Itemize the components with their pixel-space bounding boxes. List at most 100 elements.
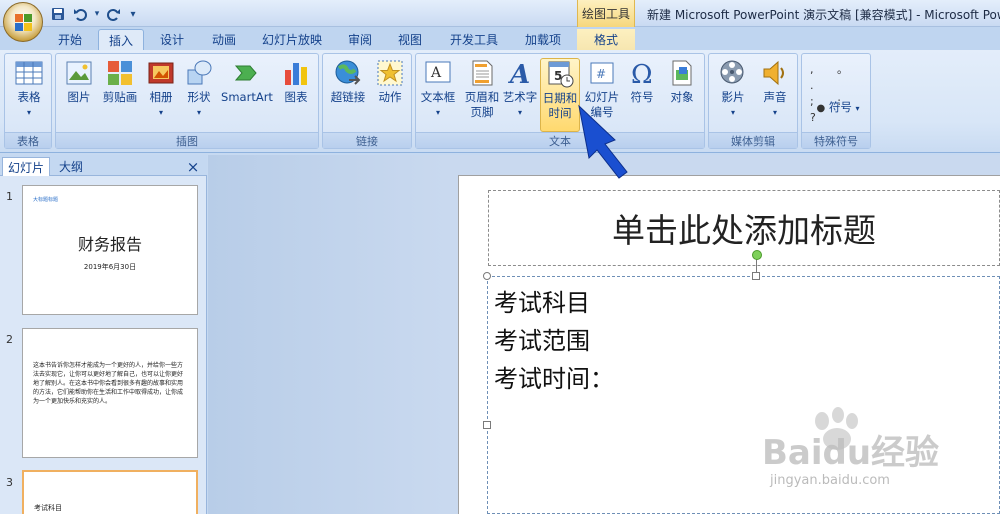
bullet-icon: ●	[816, 103, 826, 114]
resize-handle[interactable]	[483, 272, 491, 280]
tab-home[interactable]: 开始	[50, 29, 90, 50]
group-links: 超链接 动作 链接	[322, 53, 412, 149]
tab-slides[interactable]: 幻灯片	[2, 157, 50, 176]
globe-link-icon	[333, 58, 363, 88]
action-button[interactable]: 动作	[371, 58, 409, 105]
speaker-icon	[760, 58, 790, 88]
tab-format[interactable]: 格式	[577, 29, 635, 50]
movie-button[interactable]: 影片 ▾	[713, 58, 753, 120]
chart-icon	[281, 58, 311, 88]
symbol-button[interactable]: Ω 符号	[624, 58, 660, 105]
special-symbol-button[interactable]: ● 符号 ▾	[810, 100, 866, 116]
undo-icon[interactable]	[70, 5, 90, 23]
picture-icon	[64, 58, 94, 88]
dropdown-arrow-icon: ▾	[517, 108, 522, 117]
group-label-links: 链接	[323, 132, 411, 148]
tab-review[interactable]: 审阅	[340, 29, 380, 50]
action-star-icon	[375, 58, 405, 88]
tab-design[interactable]: 设计	[152, 29, 192, 50]
tab-developer[interactable]: 开发工具	[444, 29, 504, 50]
slide-thumbnail-1[interactable]: 大标题标题 财务报告 2019年6月30日	[22, 185, 198, 315]
undo-dropdown-icon[interactable]: ▾	[92, 5, 102, 23]
textbox-icon: A	[423, 58, 453, 88]
title-placeholder[interactable]: 单击此处添加标题	[488, 190, 1000, 266]
group-special-symbols: , 。 . ; : ? ● 符号 ▾ 特殊符号	[801, 53, 871, 149]
object-button[interactable]: 对象	[664, 58, 700, 105]
tab-animation[interactable]: 动画	[202, 29, 246, 50]
window-title: 新建 Microsoft PowerPoint 演示文稿 [兼容模式] - Mi…	[647, 8, 1000, 22]
ribbon: 表格 ▾ 表格 图片 剪贴画 相册 ▾ 形状 ▾ SmartArt 图表 插图 …	[0, 50, 1000, 153]
album-button[interactable]: 相册 ▾	[144, 58, 178, 120]
content-line-3: 考试时间：	[494, 365, 614, 393]
clipart-icon	[105, 58, 135, 88]
slide-number: 3	[6, 476, 13, 489]
chart-button[interactable]: 图表	[278, 58, 314, 105]
pointer-arrow-icon	[578, 104, 628, 179]
resize-handle[interactable]	[483, 421, 491, 429]
group-label-text: 文本	[416, 132, 704, 148]
content-line-2: 考试范围	[494, 327, 590, 355]
smartart-button[interactable]: SmartArt	[220, 58, 274, 105]
group-media: 影片 ▾ 声音 ▾ 媒体剪辑	[708, 53, 798, 149]
sound-button[interactable]: 声音 ▾	[755, 58, 795, 120]
group-label-media: 媒体剪辑	[709, 132, 797, 148]
date-time-button[interactable]: 5 日期和 时间	[540, 58, 580, 132]
textbox-button[interactable]: A 文本框 ▾	[418, 58, 458, 120]
watermark-logo: Baidu经验	[762, 433, 940, 473]
office-button[interactable]	[3, 2, 43, 42]
save-icon[interactable]	[48, 5, 68, 23]
close-icon[interactable]: ×	[184, 157, 202, 176]
clipart-button[interactable]: 剪贴画	[100, 58, 140, 105]
table-button[interactable]: 表格 ▾	[9, 58, 49, 120]
table-icon	[14, 58, 44, 88]
slide-thumbnail-3[interactable]: 考试科目	[22, 470, 198, 514]
slide-number: 2	[6, 333, 13, 346]
svg-text:#: #	[596, 67, 606, 81]
redo-icon[interactable]	[104, 5, 124, 23]
tab-insert[interactable]: 插入	[98, 29, 144, 50]
shapes-button[interactable]: 形状 ▾	[182, 58, 216, 120]
customize-qat-icon[interactable]: ▾	[126, 5, 140, 23]
resize-handle[interactable]	[752, 272, 760, 280]
tab-addins[interactable]: 加载项	[518, 29, 568, 50]
album-icon	[146, 58, 176, 88]
dropdown-arrow-icon: ▾	[196, 108, 201, 117]
ribbon-tab-bar: 开始 插入 设计 动画 幻灯片放映 审阅 视图 开发工具 加载项 格式	[0, 27, 1000, 50]
group-table: 表格 ▾ 表格	[4, 53, 52, 149]
svg-text:A: A	[430, 65, 442, 81]
picture-button[interactable]: 图片	[62, 58, 96, 105]
dropdown-arrow-icon: ▾	[855, 104, 860, 113]
group-label-illustrations: 插图	[56, 132, 318, 148]
thumb-body: 这本书告诉你怎样才能成为一个更好的人，并给你一些方法去实现它，让你可以更好地了解…	[33, 362, 184, 405]
header-footer-icon	[467, 58, 497, 88]
group-label-special-symbols: 特殊符号	[802, 132, 870, 148]
title-bar: ▾ ▾ 绘图工具 新建 Microsoft PowerPoint 演示文稿 [兼…	[0, 0, 1000, 27]
thumb-body: 考试科目	[34, 504, 62, 512]
header-footer-button[interactable]: 页眉和 页脚	[462, 58, 502, 120]
quick-access-toolbar: ▾ ▾	[48, 4, 140, 24]
tab-slideshow[interactable]: 幻灯片放映	[256, 29, 328, 50]
tab-outline[interactable]: 大纲	[54, 157, 88, 176]
dropdown-arrow-icon: ▾	[435, 108, 440, 117]
hyperlink-button[interactable]: 超链接	[327, 58, 369, 105]
punctuation-gallery[interactable]: , 。 . ; : ?	[810, 62, 866, 126]
group-text: A 文本框 ▾ 页眉和 页脚 A 艺术字 ▾ 5 日期和 时间 # 幻灯片 编号…	[415, 53, 705, 149]
smartart-icon	[232, 58, 262, 88]
dropdown-arrow-icon: ▾	[26, 108, 31, 117]
shapes-icon	[184, 58, 214, 88]
wordart-button[interactable]: A 艺术字 ▾	[502, 58, 538, 120]
thumb-date: 2019年6月30日	[83, 263, 137, 271]
panel-tabs: 幻灯片 大纲 ×	[0, 155, 207, 176]
slide-thumbnail-2[interactable]: 这本书告诉你怎样才能成为一个更好的人，并给你一些方法去实现它，让你可以更好地了解…	[22, 328, 198, 458]
watermark-url: jingyan.baidu.com	[770, 473, 890, 488]
calendar-clock-icon: 5	[545, 59, 575, 89]
wordart-icon: A	[505, 58, 535, 90]
tab-view[interactable]: 视图	[390, 29, 430, 50]
omega-icon: Ω	[627, 58, 657, 90]
dropdown-arrow-icon: ▾	[158, 108, 163, 117]
group-illustrations: 图片 剪贴画 相册 ▾ 形状 ▾ SmartArt 图表 插图	[55, 53, 319, 149]
slide-panel: 幻灯片 大纲 × 1 大标题标题 财务报告 2019年6月30日 2 这本书告诉…	[0, 155, 207, 514]
svg-text:A: A	[507, 60, 530, 88]
rotate-handle[interactable]	[752, 250, 762, 260]
thumb-title: 财务报告	[77, 235, 142, 254]
